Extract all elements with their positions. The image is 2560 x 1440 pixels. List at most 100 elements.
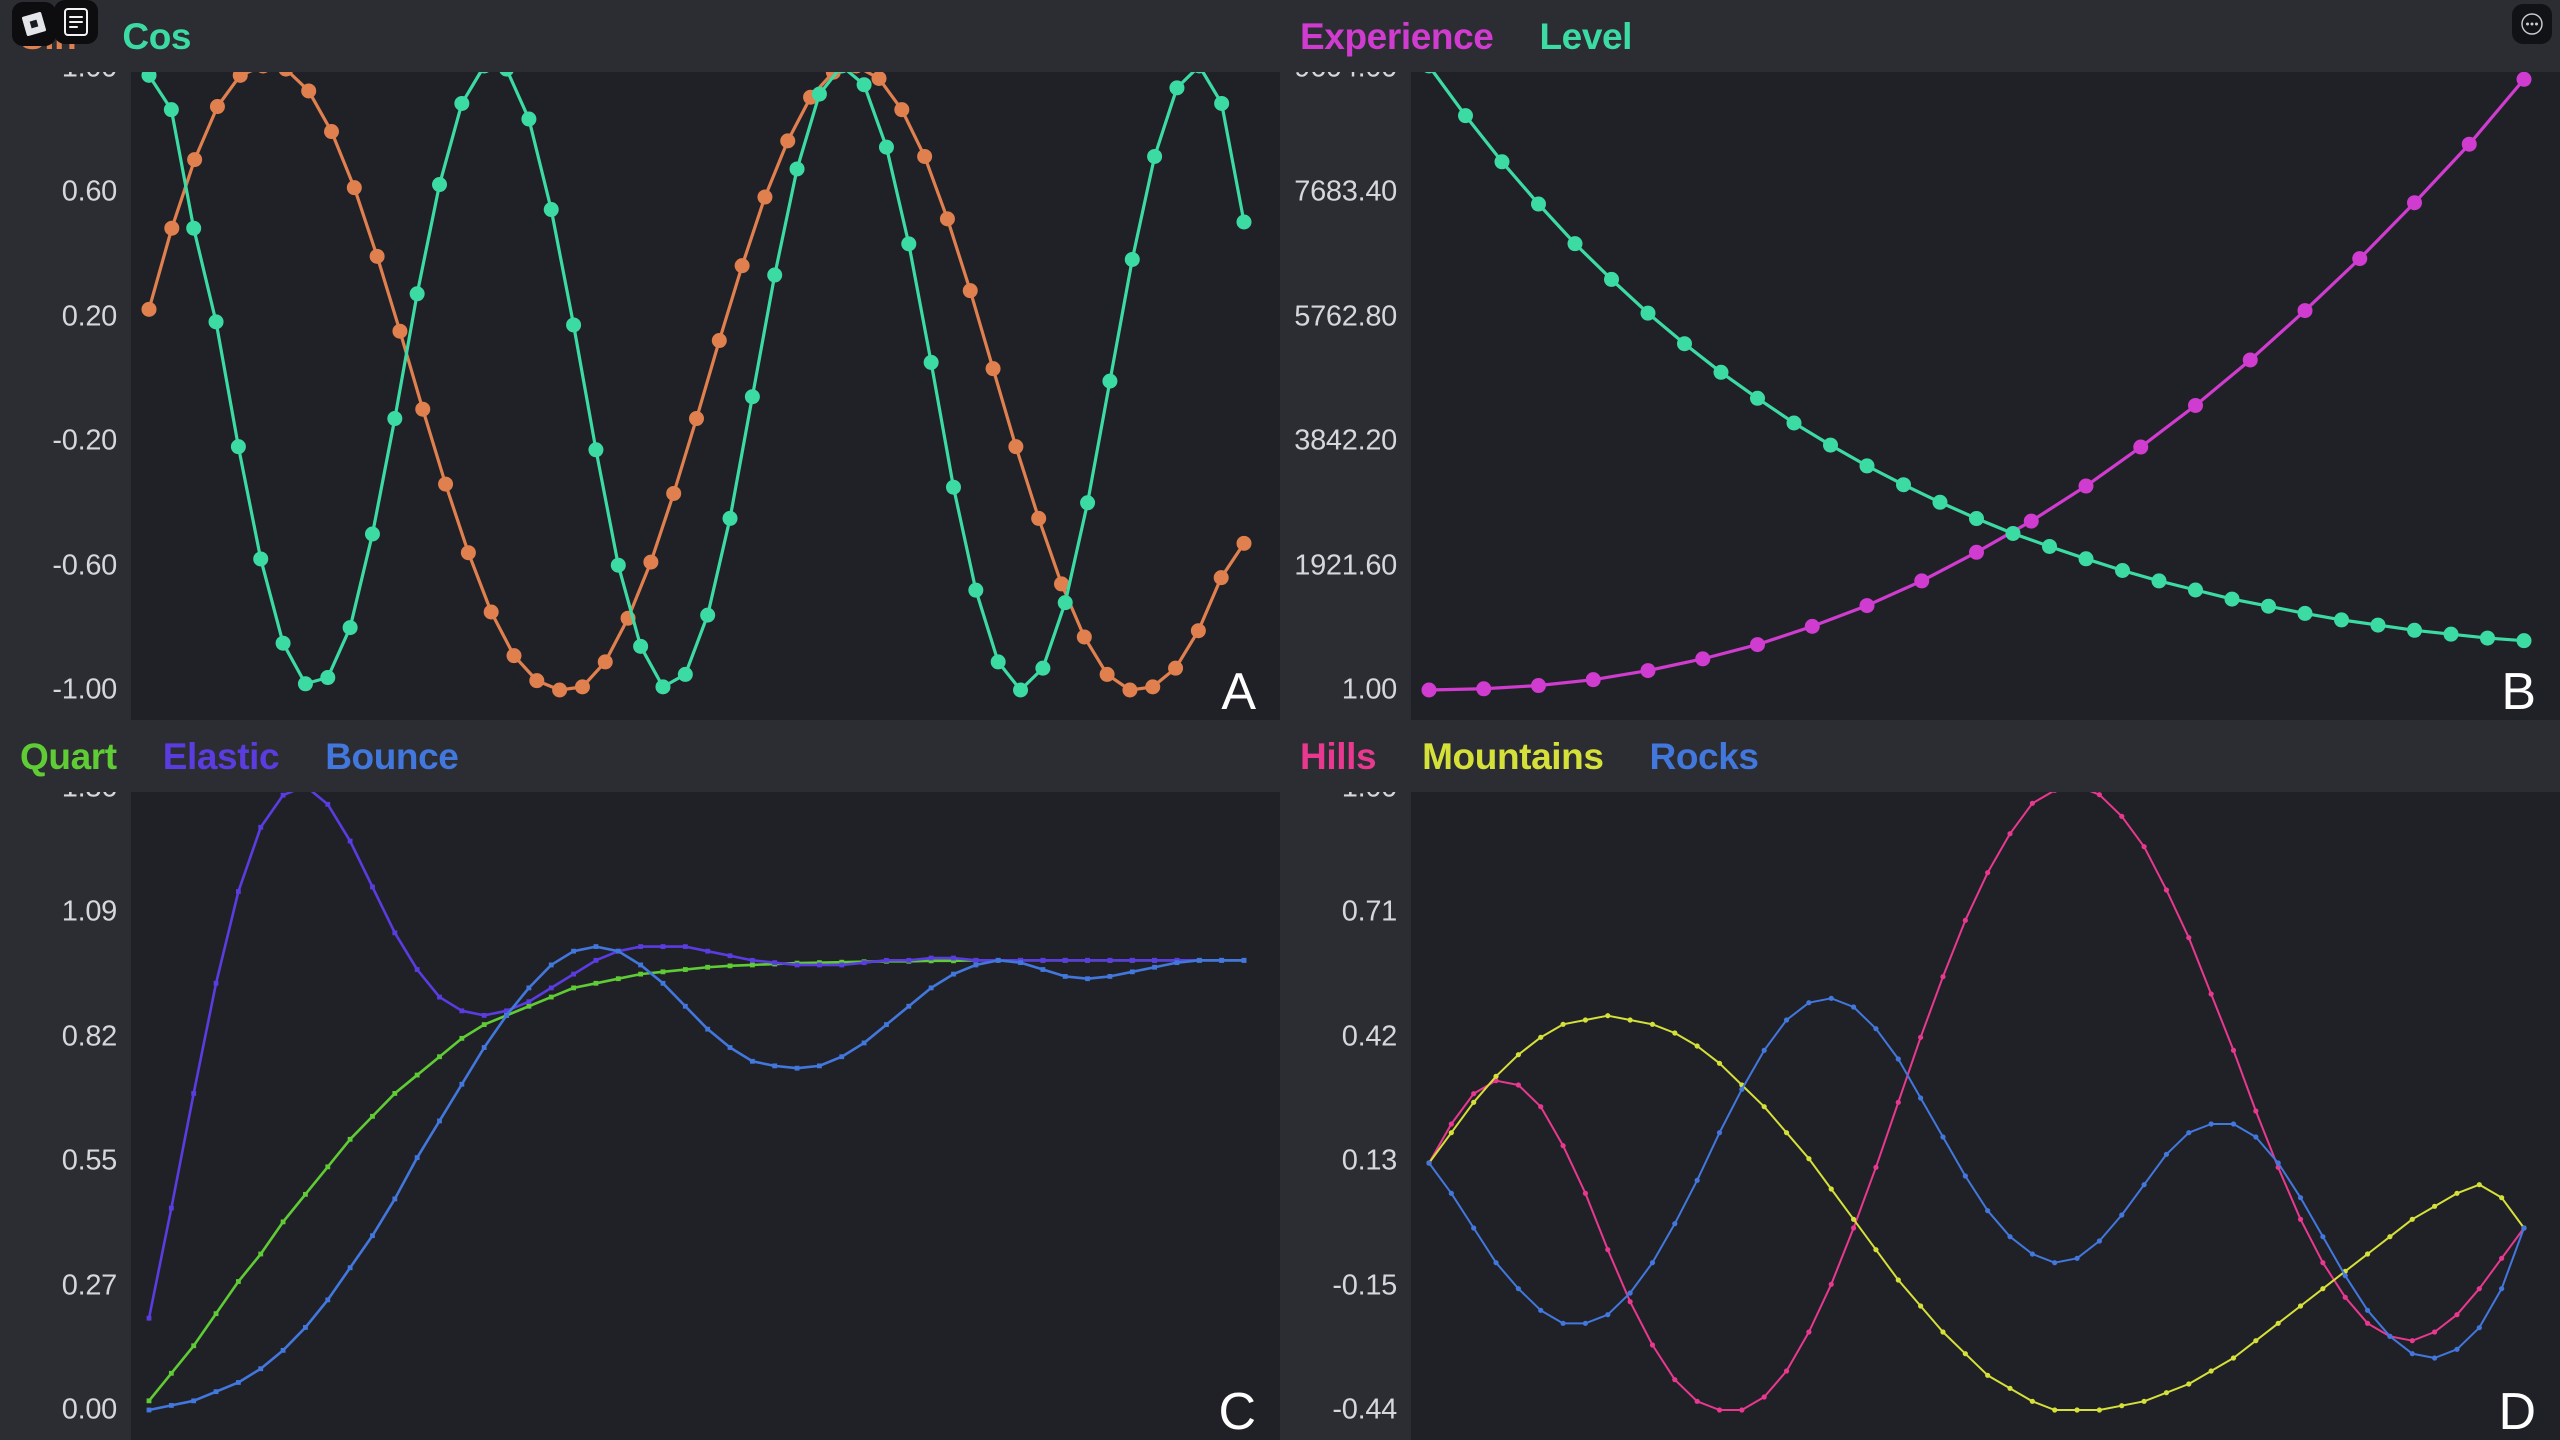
data-point-marker — [2387, 1234, 2393, 1240]
data-point-marker — [700, 607, 716, 623]
data-point-marker — [633, 638, 649, 654]
data-point-marker — [303, 1191, 308, 1197]
data-point-marker — [1152, 957, 1158, 963]
data-point-marker — [1057, 595, 1073, 611]
data-point-marker — [1476, 681, 1492, 697]
data-point-marker — [1914, 573, 1930, 589]
data-point-marker — [1493, 1260, 1499, 1266]
data-point-marker — [928, 955, 934, 961]
data-point-marker — [1174, 960, 1180, 966]
data-point-marker — [734, 258, 750, 274]
legend-item-level[interactable]: Level — [1539, 18, 1632, 55]
legend-item-elastic[interactable]: Elastic — [163, 738, 280, 775]
data-point-marker — [2186, 935, 2192, 941]
data-point-marker — [660, 944, 666, 949]
data-point-marker — [369, 248, 385, 264]
data-point-marker — [2115, 563, 2130, 578]
data-point-marker — [1538, 1104, 1544, 1110]
more-options-icon[interactable] — [2512, 4, 2552, 44]
data-point-marker — [1786, 415, 1802, 431]
data-point-marker — [1008, 439, 1024, 455]
legend-item-rocks[interactable]: Rocks — [1650, 738, 1759, 775]
data-point-marker — [1531, 196, 1546, 212]
y-tick-label: 0.82 — [61, 1020, 118, 1053]
data-point-marker — [638, 971, 644, 977]
panel-b[interactable]: Experience Level 9604.007683.405762.8038… — [1280, 0, 2560, 720]
data-point-marker — [2042, 538, 2057, 554]
data-point-marker — [438, 476, 454, 492]
panel-d[interactable]: Hills Mountains Rocks 1.000.710.420.13-0… — [1280, 720, 2560, 1440]
data-point-marker — [1605, 1312, 1611, 1318]
data-point-marker — [1448, 1121, 1454, 1127]
legend-item-hills[interactable]: Hills — [1300, 738, 1377, 775]
data-point-marker — [2029, 1398, 2035, 1404]
y-tick-label: -0.44 — [1332, 1393, 1397, 1426]
data-point-marker — [1806, 1329, 1812, 1335]
legend-item-cos[interactable]: Cos — [122, 18, 191, 55]
data-point-marker — [1716, 1060, 1723, 1066]
legend-item-mountains[interactable]: Mountains — [1422, 738, 1604, 775]
data-point-marker — [1107, 974, 1113, 979]
data-point-marker — [906, 957, 912, 963]
panel-c[interactable]: Quart Elastic Bounce 1.361.090.820.550.2… — [0, 720, 1280, 1440]
data-point-marker — [2007, 1234, 2013, 1240]
data-point-marker — [454, 95, 470, 111]
roblox-studio-icon[interactable] — [12, 2, 56, 46]
data-point-marker — [529, 673, 545, 689]
data-point-marker — [1823, 437, 1838, 453]
data-point-marker — [593, 944, 599, 949]
panel-c-plot[interactable] — [131, 764, 1280, 1440]
panel-a[interactable]: Sin Cos 1.000.600.20-0.20-0.60-1.00 A — [0, 0, 1280, 720]
panel-a-plot[interactable] — [131, 44, 1280, 720]
data-point-marker — [682, 944, 688, 949]
document-icon[interactable] — [54, 0, 98, 44]
data-point-marker — [643, 554, 659, 570]
panel-d-letter: D — [2498, 1383, 2536, 1440]
legend-item-bounce[interactable]: Bounce — [325, 738, 459, 775]
data-point-marker — [2242, 352, 2258, 368]
data-point-marker — [1168, 660, 1184, 676]
panel-b-letter: B — [2501, 663, 2536, 720]
data-point-marker — [164, 220, 180, 236]
data-point-marker — [2133, 439, 2149, 455]
data-point-marker — [2074, 1255, 2080, 1261]
data-point-marker — [1672, 1030, 1678, 1036]
data-point-marker — [504, 1013, 509, 1018]
data-point-marker — [2119, 813, 2125, 819]
data-point-marker — [2443, 626, 2459, 642]
data-point-marker — [141, 301, 157, 317]
data-point-marker — [871, 70, 887, 86]
data-point-marker — [1018, 960, 1023, 966]
data-point-marker — [2208, 1121, 2214, 1127]
panel-d-plot[interactable] — [1411, 764, 2560, 1440]
data-point-marker — [571, 948, 576, 954]
data-point-marker — [2432, 1203, 2438, 1209]
panel-b-plot[interactable] — [1411, 44, 2560, 720]
data-point-marker — [566, 317, 582, 333]
data-point-marker — [705, 964, 711, 970]
data-point-marker — [749, 962, 755, 968]
data-point-marker — [1152, 964, 1158, 970]
data-point-marker — [711, 333, 727, 349]
data-point-marker — [767, 267, 783, 283]
data-point-marker — [2029, 800, 2035, 806]
data-point-marker — [638, 962, 644, 968]
data-point-marker — [666, 485, 682, 501]
legend-item-quart[interactable]: Quart — [20, 738, 117, 775]
data-point-marker — [727, 963, 733, 969]
panel-b-curves — [1421, 58, 2532, 698]
data-point-marker — [1515, 1286, 1521, 1292]
data-point-marker — [1716, 1130, 1723, 1136]
data-point-marker — [757, 189, 773, 205]
data-point-marker — [772, 960, 778, 966]
data-point-marker — [1147, 148, 1163, 164]
data-point-marker — [347, 838, 353, 844]
data-point-marker — [615, 976, 621, 982]
data-point-marker — [301, 83, 317, 99]
data-point-marker — [1918, 1095, 1924, 1101]
legend-item-experience[interactable]: Experience — [1300, 18, 1494, 55]
data-point-marker — [1873, 1026, 1879, 1032]
data-point-marker — [230, 439, 246, 455]
data-point-marker — [917, 148, 933, 164]
data-point-marker — [258, 1251, 264, 1257]
